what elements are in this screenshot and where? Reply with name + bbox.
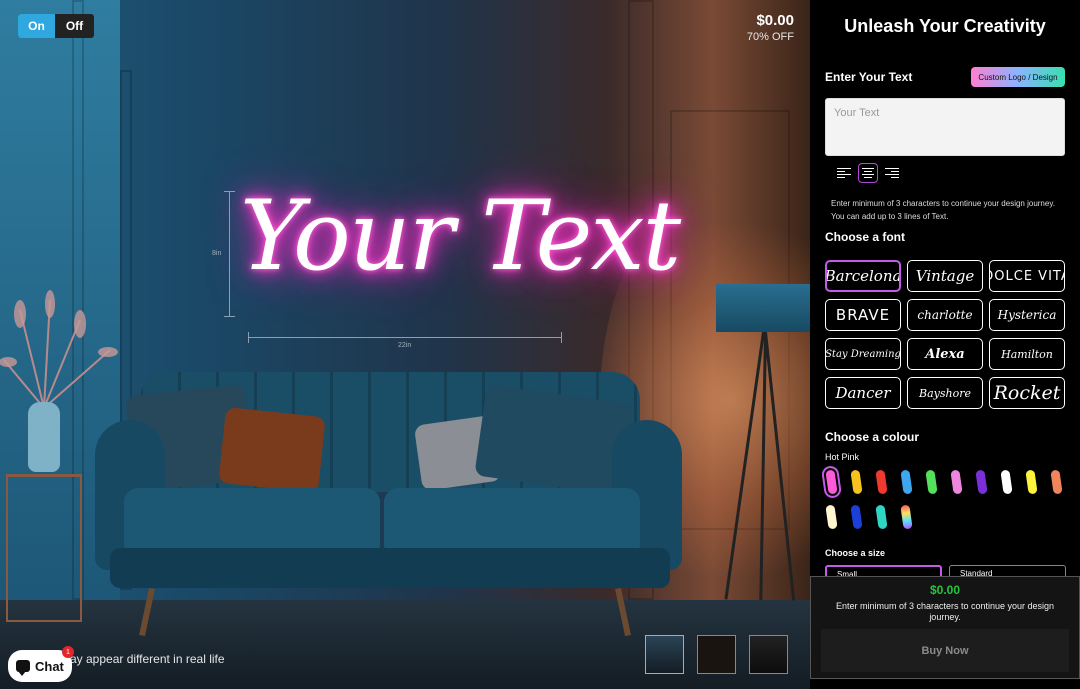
colour-swatch-rainbow[interactable] [900,504,913,530]
sidebar-title: Unleash Your Creativity [844,16,1046,36]
colour-swatch-orange[interactable] [1050,469,1063,495]
colour-swatch-red[interactable] [875,469,888,495]
floor-lamp [716,284,810,332]
colour-swatch-golden-yellow[interactable] [850,469,863,495]
price-amount: $0.00 [756,12,794,29]
font-option-charlotte[interactable]: charlotte [907,299,983,331]
custom-logo-button[interactable]: Custom Logo / Design [971,67,1065,87]
font-option-stay-dreaming[interactable]: Stay Dreaming [825,338,901,370]
align-center-button[interactable] [858,163,878,183]
buy-now-button[interactable]: Buy Now [821,629,1069,672]
font-option-alexa[interactable]: Alexa [907,338,983,370]
font-option-dancer[interactable]: Dancer [825,377,901,409]
hint-min-chars: Enter minimum of 3 characters to continu… [831,199,1055,208]
alignment-group [834,163,902,183]
enter-text-label: Enter Your Text [825,70,913,84]
font-grid: Barcelona Vintage DOLCE VITA BRAVE charl… [825,260,1065,409]
align-right-button[interactable] [882,163,902,183]
font-option-barcelona[interactable]: Barcelona [825,260,901,292]
colour-swatch-ice-blue[interactable] [900,469,913,495]
thumbnail-dark-scene[interactable] [697,635,736,674]
plant-icon [0,290,118,409]
colour-swatches [819,465,1067,530]
selected-colour-name: Hot Pink [825,452,860,462]
size-section-label: Choose a size [825,548,886,558]
font-option-dolce-vita[interactable]: DOLCE VITA [989,260,1065,292]
buy-panel: $0.00 Enter minimum of 3 characters to c… [810,576,1080,679]
light-toggle[interactable]: On Off [18,14,94,38]
price-display: $0.00 70% OFF [747,12,794,43]
buy-message: Enter minimum of 3 characters to continu… [835,601,1055,622]
chat-badge: 1 [62,646,74,658]
neon-text-input[interactable] [825,98,1065,156]
thumbnail-product-scene[interactable] [749,635,788,674]
font-option-bayshore[interactable]: Bayshore [907,377,983,409]
discount-label: 70% OFF [746,31,794,43]
width-dimension-line [248,332,562,343]
font-option-brave[interactable]: BRAVE [825,299,901,331]
thumbnail-room-scene[interactable] [645,635,684,674]
hint-max-lines: You can add up to 3 lines of Text. [831,212,949,221]
colour-swatch-green[interactable] [925,469,938,495]
disclaimer-text: ay appear different in real life [70,652,225,666]
preview-stage: Your Text 8in 22in On Off $0.00 70% OFF … [0,0,810,689]
colour-swatch-lemon-yellow[interactable] [1025,469,1038,495]
colour-swatch-blue[interactable] [850,504,863,530]
thumbnail-strip [645,635,788,674]
side-table [6,474,82,622]
height-label: 8in [212,250,222,257]
font-option-rocket[interactable]: Rocket [989,377,1065,409]
align-left-button[interactable] [834,163,854,183]
chat-bubble-icon [16,660,30,676]
colour-section-label: Choose a colour [825,430,920,444]
vase [28,402,60,472]
sofa-base [110,548,670,588]
colour-swatch-light-pink[interactable] [950,469,963,495]
buy-price: $0.00 [929,583,961,597]
font-section-label: Choose a font [825,230,905,244]
chat-label: Chat [35,658,64,674]
neon-text-preview: Your Text [240,180,681,292]
toggle-on-button[interactable]: On [18,14,55,38]
font-option-hysterica[interactable]: Hysterica [989,299,1065,331]
font-option-vintage[interactable]: Vintage [907,260,983,292]
colour-swatch-warm-white[interactable] [825,504,838,530]
font-option-hamilton[interactable]: Hamilton [989,338,1065,370]
toggle-off-button[interactable]: Off [55,14,94,38]
pillow [218,406,326,494]
width-label: 22in [398,342,412,349]
colour-swatch-turquoise[interactable] [875,504,888,530]
height-dimension-line [224,191,235,317]
colour-swatch-white[interactable] [1000,469,1013,495]
colour-swatch-purple[interactable] [975,469,988,495]
colour-swatch-hot-pink[interactable] [819,465,844,499]
